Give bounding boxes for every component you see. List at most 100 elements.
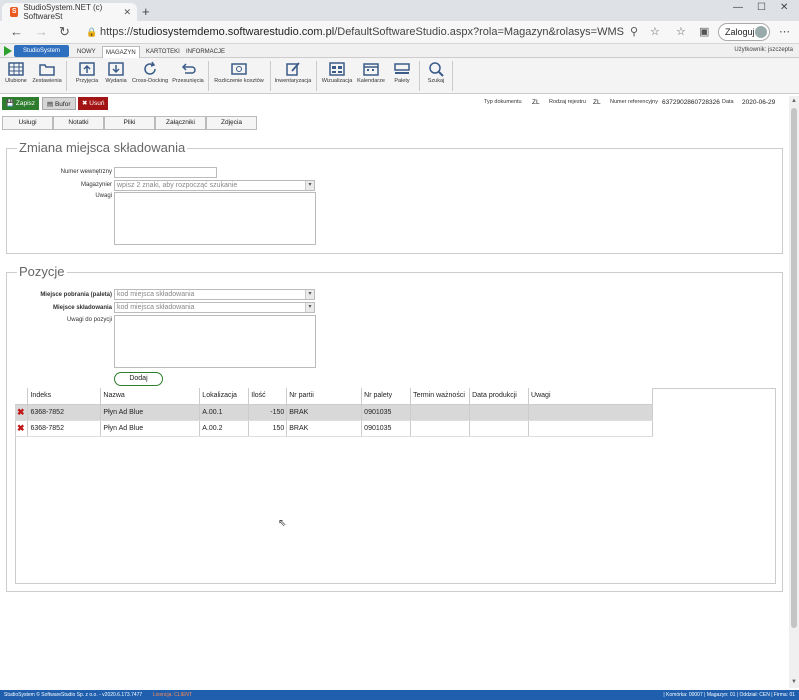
ribbon-label: Ulubione bbox=[5, 78, 27, 84]
tab-zalaczniki[interactable]: Załączniki bbox=[155, 116, 206, 130]
grid-icon bbox=[8, 62, 24, 76]
tab-notatki[interactable]: Notatki bbox=[53, 116, 104, 130]
document-icon: ▤ bbox=[47, 101, 55, 108]
ribbon-szukaj[interactable]: Szukaj bbox=[423, 59, 449, 93]
play-icon[interactable] bbox=[4, 46, 12, 56]
scroll-up-icon[interactable]: ▲ bbox=[791, 98, 797, 104]
storage-location-select[interactable]: kod miejsca składowania ▾ bbox=[114, 302, 315, 313]
cell-batch: BRAK bbox=[286, 420, 363, 437]
scroll-down-icon[interactable]: ▼ bbox=[791, 679, 797, 685]
brand-button[interactable]: StudioSystem bbox=[14, 45, 69, 57]
cell-notes bbox=[528, 404, 653, 421]
forward-icon[interactable]: → bbox=[35, 24, 48, 39]
column-header[interactable]: Nazwa bbox=[100, 388, 201, 405]
chevron-down-icon[interactable]: ▾ bbox=[305, 303, 314, 312]
close-window-icon[interactable]: ✕ bbox=[780, 2, 788, 13]
ribbon-zestawienia[interactable]: Zestawienia bbox=[31, 59, 63, 93]
tab-magazyn[interactable]: MAGAZYN bbox=[102, 46, 140, 58]
collections-icon[interactable]: ▣ bbox=[699, 25, 709, 38]
ref-value[interactable]: 6372902860728326 bbox=[660, 97, 722, 108]
more-icon[interactable]: ⋯ bbox=[779, 25, 790, 38]
column-header[interactable]: Uwagi bbox=[528, 388, 653, 405]
undo-arrow-icon bbox=[181, 63, 196, 74]
delete-button[interactable]: ✖ Usuń bbox=[78, 97, 109, 110]
cell-notes bbox=[528, 420, 653, 437]
section-title: Pozycje bbox=[17, 264, 67, 279]
back-icon[interactable]: ← bbox=[10, 24, 23, 39]
buffer-button[interactable]: ▤ Bufor bbox=[42, 97, 76, 110]
ribbon-kalendarze[interactable]: Kalendarze bbox=[356, 59, 386, 93]
chevron-down-icon[interactable]: ▾ bbox=[305, 290, 314, 299]
internal-number-input[interactable] bbox=[114, 167, 217, 178]
delete-row-icon[interactable]: ✖ bbox=[15, 420, 29, 437]
column-header[interactable]: Termin ważności bbox=[410, 388, 471, 405]
cell-pallet: 0901035 bbox=[361, 404, 412, 421]
column-header[interactable]: Nr palety bbox=[361, 388, 412, 405]
internal-number-label: Numer wewnętrzny bbox=[60, 169, 112, 175]
browser-tab-strip: S StudioSystem.NET (c) SoftwareSt ✕ + — … bbox=[0, 0, 799, 21]
minimize-icon[interactable]: — bbox=[733, 2, 743, 13]
tab-pliki[interactable]: Pliki bbox=[104, 116, 155, 130]
tab-informacje[interactable]: INFORMACJE bbox=[183, 46, 228, 58]
ribbon-wydania[interactable]: Wydania bbox=[103, 59, 129, 93]
ribbon-label: Wizualizacja bbox=[321, 78, 353, 84]
ribbon-rozliczenie[interactable]: Rozliczenie kosztów bbox=[210, 59, 268, 93]
scrollbar-thumb[interactable] bbox=[791, 108, 797, 628]
cell-production-date bbox=[469, 404, 530, 421]
ribbon-palety[interactable]: Palety bbox=[389, 59, 415, 93]
delete-row-icon[interactable]: ✖ bbox=[15, 404, 29, 421]
register-value[interactable]: ZL bbox=[591, 97, 603, 108]
ribbon-separator bbox=[270, 61, 271, 91]
ribbon-cross-docking[interactable]: Cross-Docking bbox=[131, 59, 169, 93]
table-row[interactable]: ✖ 6368-7852 Płyn Ad Blue A.00.1 -150 BRA… bbox=[15, 404, 653, 421]
new-tab-icon[interactable]: + bbox=[142, 4, 150, 19]
warehouse-select[interactable]: wpisz 2 znaki, aby rozpocząć szukanie ▾ bbox=[114, 180, 315, 191]
tab-kartoteki[interactable]: KARTOTEKI bbox=[143, 46, 183, 58]
save-button[interactable]: 💾 Zapisz bbox=[2, 97, 40, 110]
url-field[interactable]: https://studiosystemdemo.softwarestudio.… bbox=[100, 26, 624, 38]
tab-uslugi[interactable]: Usługi bbox=[2, 116, 53, 130]
ribbon-label: Rozliczenie kosztów bbox=[214, 78, 264, 84]
pickup-location-select[interactable]: kod miejsca składowania ▾ bbox=[114, 289, 315, 300]
column-header[interactable]: Nr partii bbox=[286, 388, 363, 405]
ribbon-przesuniecia[interactable]: Przesunięcia bbox=[171, 59, 205, 93]
add-button[interactable]: Dodaj bbox=[114, 372, 163, 386]
ribbon-ulubione[interactable]: Ulubione bbox=[3, 59, 29, 93]
ribbon-label: Przesunięcia bbox=[172, 78, 204, 84]
maximize-icon[interactable]: ☐ bbox=[757, 2, 766, 13]
warehouse-icon bbox=[329, 62, 345, 76]
column-header[interactable]: Lokalizacja bbox=[199, 388, 250, 405]
ribbon-przyjecia[interactable]: Przyjęcia bbox=[73, 59, 101, 93]
browser-tab[interactable]: S StudioSystem.NET (c) SoftwareSt ✕ bbox=[2, 3, 137, 21]
ref-label: Numer referencyjny bbox=[610, 99, 658, 105]
login-button[interactable]: Zaloguj bbox=[718, 23, 770, 41]
ribbon-label: Zestawienia bbox=[32, 78, 62, 84]
notes-textarea[interactable] bbox=[114, 192, 316, 245]
page-scrollbar[interactable]: ▲ ▼ bbox=[789, 96, 799, 688]
column-header[interactable]: Ilość bbox=[248, 388, 288, 405]
column-header[interactable]: Data produkcji bbox=[469, 388, 530, 405]
position-notes-textarea[interactable] bbox=[114, 315, 316, 368]
table-row[interactable]: ✖ 6368-7852 Płyn Ad Blue A.00.2 150 BRAK… bbox=[15, 420, 653, 437]
cell-index: 6368-7852 bbox=[27, 404, 102, 421]
tab-zdjecia[interactable]: Zdjęcia bbox=[206, 116, 257, 130]
doc-type-value[interactable]: ZL bbox=[530, 97, 542, 108]
ribbon-wizualizacja[interactable]: Wizualizacja bbox=[320, 59, 354, 93]
zoom-icon[interactable]: ⚲ bbox=[630, 25, 638, 38]
reload-icon[interactable]: ↻ bbox=[59, 24, 70, 40]
column-header[interactable]: Indeks bbox=[27, 388, 102, 405]
favorite-star-icon[interactable]: ☆ bbox=[650, 25, 660, 38]
favorites-icon[interactable]: ☆ bbox=[676, 25, 686, 38]
tab-nowy[interactable]: NOWY bbox=[74, 46, 99, 58]
chevron-down-icon[interactable]: ▾ bbox=[305, 181, 314, 190]
notes-label: Uwagi bbox=[95, 193, 112, 199]
ribbon-label: Inwentaryzacja bbox=[274, 78, 312, 84]
lock-icon: 🔒 bbox=[86, 27, 98, 37]
date-value[interactable]: 2020-06-29 bbox=[740, 97, 778, 108]
column-header-delete bbox=[15, 388, 29, 405]
pallet-icon bbox=[394, 63, 410, 74]
ribbon-inwentaryzacja[interactable]: Inwentaryzacja bbox=[273, 59, 313, 93]
warehouse-placeholder: wpisz 2 znaki, aby rozpocząć szukanie bbox=[117, 182, 238, 189]
close-tab-icon[interactable]: ✕ bbox=[123, 7, 131, 18]
ribbon-toolbar: Ulubione Zestawienia Przyjęcia Wydania C… bbox=[0, 58, 799, 94]
